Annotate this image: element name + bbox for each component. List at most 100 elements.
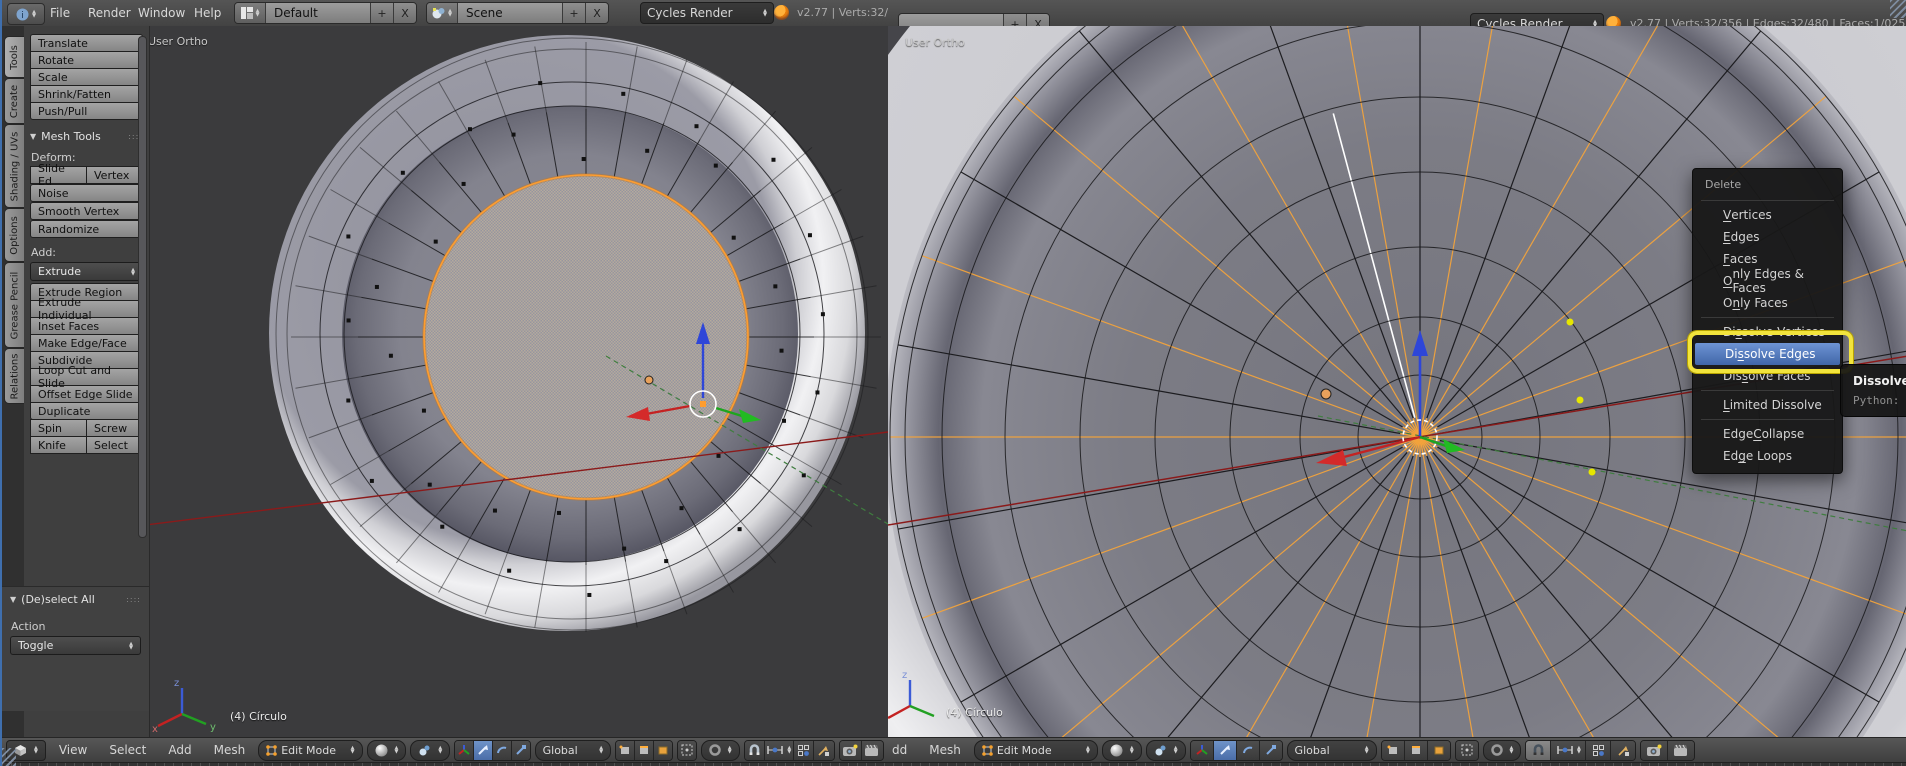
scene-close-button[interactable]: X [585, 3, 608, 23]
editor-type-info-button[interactable]: i ▲▼ [7, 3, 45, 25]
face-select-toggle[interactable] [654, 741, 672, 760]
tool-button-randomize[interactable]: Randomize [30, 220, 143, 238]
render-engine-dropdown[interactable]: Cycles Render ▲▼ [640, 2, 774, 24]
tool-shelf-tab-relations[interactable]: Relations [4, 348, 24, 404]
menu-item-only-edges-faces[interactable]: Only Edges & Faces [1693, 270, 1842, 292]
snap-element-dropdown[interactable]: ▲▼ [1551, 741, 1586, 760]
deselect-panel-header[interactable]: ▼ (De)select All :::: [10, 593, 141, 606]
snap-element-dropdown[interactable]: ▲▼ [765, 741, 794, 760]
tool-button-offset-edge-slide[interactable]: Offset Edge Slide [30, 385, 143, 403]
edge-select-toggle[interactable] [1405, 741, 1428, 760]
tool-button-make-edge-face[interactable]: Make Edge/Face [30, 334, 143, 352]
tool-button-smooth-vertex[interactable]: Smooth Vertex [30, 202, 143, 220]
tool-button-vertex[interactable]: Vertex [87, 166, 143, 184]
pivot-point-dropdown[interactable]: ▲▼ [1146, 740, 1186, 761]
orientation-dropdown[interactable]: Global ▲▼ [1287, 740, 1377, 761]
render-camera-icon[interactable] [840, 741, 862, 760]
auto-merge-toggle[interactable] [814, 741, 834, 760]
viewport-shading-dropdown[interactable]: ▲▼ [1102, 740, 1142, 761]
tool-button-rotate[interactable]: Rotate [30, 51, 143, 69]
tool-button-select[interactable]: Select [87, 436, 143, 454]
vertex-select-toggle[interactable] [616, 741, 635, 760]
tool-button-push-pull[interactable]: Push/Pull [30, 102, 143, 120]
menu-select[interactable]: Select [100, 743, 155, 757]
tool-shelf-tab-options[interactable]: Options [4, 208, 24, 262]
menu-view[interactable]: View [50, 743, 96, 757]
tool-button-scale[interactable]: Scale [30, 68, 143, 86]
layout-name[interactable]: Default [266, 3, 370, 23]
mesh-tools-panel-header[interactable]: ▼ Mesh Tools :::: [30, 130, 143, 143]
tool-button-slide-ed[interactable]: Slide Ed [30, 166, 87, 184]
rotate-manipulator-toggle[interactable] [493, 741, 512, 760]
right-engine-dropdown-clipped[interactable]: Cycles Render ▲▼ [1470, 13, 1604, 27]
menu-item-only-faces[interactable]: Only Faces [1693, 292, 1842, 314]
mode-dropdown[interactable]: Edit Mode ▲▼ [258, 740, 362, 761]
menu-file[interactable]: File [50, 0, 70, 26]
menu-item-dissolve-faces[interactable]: Dissolve Faces [1693, 365, 1842, 387]
face-select-toggle[interactable] [1428, 741, 1450, 760]
scene-selector[interactable]: ▲▼ Scene + X [426, 2, 609, 24]
render-animation-icon[interactable] [862, 741, 883, 760]
menu-item-vertices[interactable]: Vertices [1693, 204, 1842, 226]
tool-button-spin[interactable]: Spin [30, 419, 87, 437]
window-resize-grip[interactable] [2, 748, 16, 766]
menu-item-edges[interactable]: Edges [1693, 226, 1842, 248]
menu-render[interactable]: Render [88, 0, 131, 26]
proportional-edit-dropdown[interactable]: ▲▼ [701, 740, 740, 761]
extrude-dropdown[interactable]: Extrude ▲▼ [30, 262, 143, 281]
tool-shelf-scrollbar[interactable] [138, 36, 147, 538]
snap-magnet-toggle[interactable] [1526, 741, 1551, 760]
vertex-select-toggle[interactable] [1382, 741, 1405, 760]
menu-help[interactable]: Help [194, 0, 221, 26]
layout-add-button[interactable]: + [370, 3, 393, 23]
manipulator-axes-toggle[interactable] [455, 741, 474, 760]
manipulator-axes-toggle[interactable] [1191, 741, 1214, 760]
render-camera-icon[interactable] [1641, 741, 1668, 760]
menu-item-edge-loops[interactable]: Edge Loops [1693, 445, 1842, 467]
menu-item-dissolve-vertices[interactable]: Dissolve Vertices [1693, 321, 1842, 343]
limit-selection-visible-toggle[interactable] [678, 741, 696, 760]
menu-item-limited-dissolve[interactable]: Limited Dissolve [1693, 394, 1842, 416]
render-animation-icon[interactable] [1668, 741, 1694, 760]
timeline-strip[interactable] [2, 762, 1906, 766]
translate-manipulator-toggle[interactable] [474, 741, 493, 760]
snap-magnet-toggle[interactable] [745, 741, 766, 760]
scene-name[interactable]: Scene [458, 3, 562, 23]
tool-shelf-tab-tools[interactable]: Tools [4, 36, 24, 78]
pivot-point-dropdown[interactable]: ▲▼ [410, 740, 450, 761]
tool-button-extrude-individual[interactable]: Extrude Individual [30, 300, 143, 318]
tool-button-loop-cut-and-slide[interactable]: Loop Cut and Slide [30, 368, 143, 386]
rotate-manipulator-toggle[interactable] [1237, 741, 1260, 760]
translate-manipulator-toggle[interactable] [1214, 741, 1237, 760]
tool-shelf-tab-create[interactable]: Create [4, 78, 24, 124]
layout-browse-icon[interactable]: ▲▼ [235, 3, 266, 23]
snap-peel-toggle[interactable] [794, 741, 815, 760]
layout-close-button[interactable]: X [393, 3, 416, 23]
tool-button-knife[interactable]: Knife [30, 436, 87, 454]
limit-selection-visible-toggle[interactable] [1456, 741, 1478, 760]
action-dropdown[interactable]: Toggle ▲▼ [10, 636, 141, 655]
scene-add-button[interactable]: + [562, 3, 585, 23]
edge-select-toggle[interactable] [635, 741, 654, 760]
auto-merge-toggle[interactable] [1611, 741, 1635, 760]
menu-item-dissolve-edges[interactable]: Dissolve Edges [1695, 343, 1840, 365]
right-scene-selector-clipped[interactable]: +X [898, 13, 1050, 27]
tool-button-shrink-fatten[interactable]: Shrink/Fatten [30, 85, 143, 103]
panel-grip-icon[interactable]: :::: [126, 595, 141, 604]
scale-manipulator-toggle[interactable] [512, 741, 530, 760]
tool-button-screw[interactable]: Screw [87, 419, 143, 437]
menu-mesh[interactable]: Mesh [920, 743, 970, 757]
scale-manipulator-toggle[interactable] [1260, 741, 1282, 760]
tool-shelf-tab-grease-pencil[interactable]: Grease Pencil [4, 262, 24, 348]
menu-mesh[interactable]: Mesh [205, 743, 255, 757]
tool-button-translate[interactable]: Translate [30, 34, 143, 52]
proportional-edit-dropdown[interactable]: ▲▼ [1483, 740, 1522, 761]
menu-add[interactable]: Add [159, 743, 200, 757]
menu-add-clipped[interactable]: dd [892, 743, 916, 757]
scene-browse-icon[interactable]: ▲▼ [427, 3, 458, 23]
orientation-dropdown[interactable]: Global ▲▼ [535, 740, 612, 761]
screen-layout-selector[interactable]: ▲▼ Default + X [234, 2, 417, 24]
viewport-shading-dropdown[interactable]: ▲▼ [367, 740, 407, 761]
window-resize-grip[interactable] [1890, 0, 1906, 18]
tool-button-duplicate[interactable]: Duplicate [30, 402, 143, 420]
